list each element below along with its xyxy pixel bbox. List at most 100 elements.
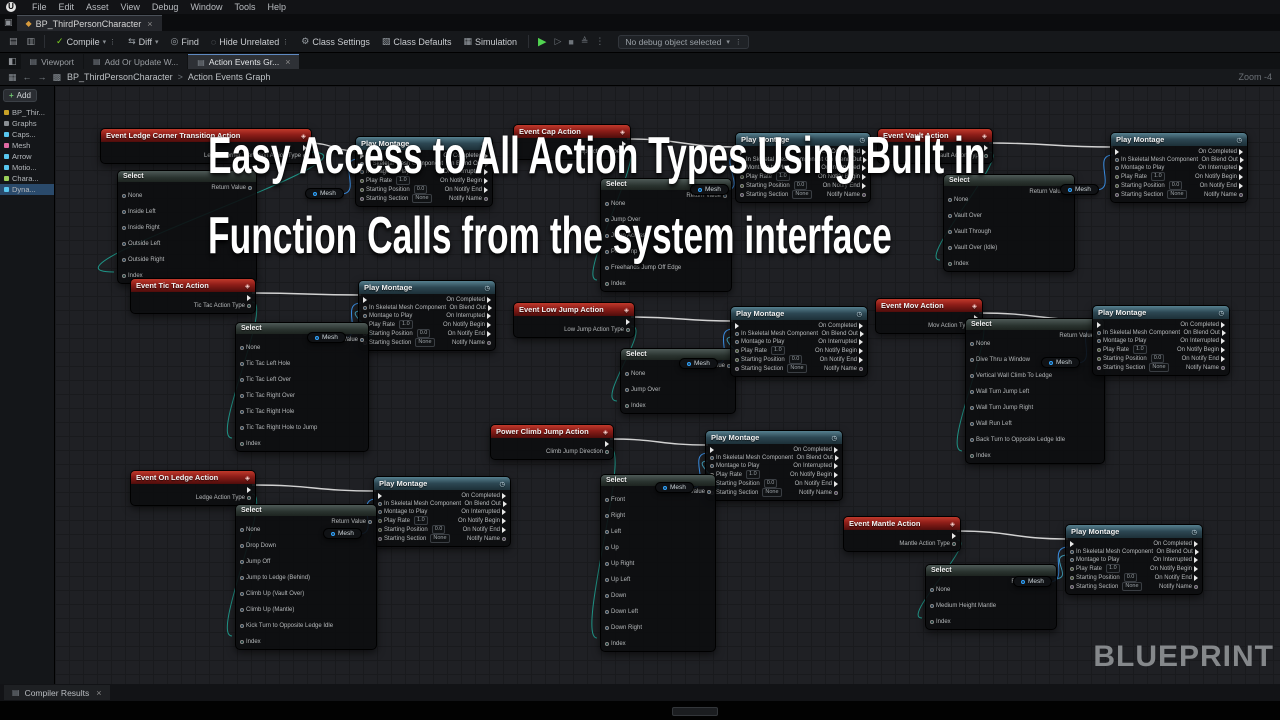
- data-pin[interactable]: [360, 197, 364, 201]
- pin-value[interactable]: None: [412, 194, 431, 203]
- data-pin[interactable]: [240, 560, 244, 564]
- data-pin[interactable]: [970, 454, 974, 458]
- data-pin[interactable]: [1115, 166, 1119, 170]
- pin-value[interactable]: None: [1122, 582, 1141, 591]
- exec-pin[interactable]: [1239, 183, 1243, 189]
- toolbar-button-hide-unrelated[interactable]: ◌Hide Unrelated⋮: [205, 35, 295, 49]
- kebab-icon[interactable]: ⋮: [592, 36, 607, 47]
- data-pin[interactable]: [1194, 585, 1198, 589]
- output-pin[interactable]: [331, 532, 335, 536]
- data-pin[interactable]: [360, 170, 364, 174]
- tab-viewport[interactable]: ▤Viewport: [21, 54, 83, 69]
- compiler-results-tab[interactable]: ▤ Compiler Results ×: [4, 685, 110, 700]
- data-pin[interactable]: [360, 162, 364, 166]
- data-pin[interactable]: [735, 367, 739, 371]
- data-pin[interactable]: [970, 358, 974, 362]
- data-pin[interactable]: [948, 214, 952, 218]
- output-pin[interactable]: [315, 336, 319, 340]
- close-icon[interactable]: ×: [285, 57, 290, 67]
- pin-value[interactable]: None: [430, 534, 449, 543]
- data-pin[interactable]: [240, 544, 244, 548]
- data-pin[interactable]: [605, 610, 609, 614]
- data-pin[interactable]: [605, 250, 609, 254]
- exec-pin[interactable]: [834, 472, 838, 478]
- exec-pin[interactable]: [862, 165, 866, 171]
- debug-object-select[interactable]: No debug object selected ▾ ⋮: [618, 35, 748, 49]
- exec-pin[interactable]: [622, 141, 626, 147]
- pin-value[interactable]: 0.0: [764, 479, 778, 488]
- data-pin[interactable]: [378, 528, 382, 532]
- exec-pin[interactable]: [834, 481, 838, 487]
- exec-pin[interactable]: [487, 297, 491, 303]
- data-pin[interactable]: [970, 406, 974, 410]
- exec-pin[interactable]: [863, 157, 867, 163]
- exec-pin[interactable]: [984, 145, 988, 151]
- data-pin[interactable]: [930, 588, 934, 592]
- exec-pin[interactable]: [247, 487, 251, 493]
- pin-value[interactable]: None: [787, 364, 806, 373]
- sidebar-item-bp-thir[interactable]: BP_Thir...: [0, 107, 54, 118]
- pin-value[interactable]: 1.0: [414, 516, 428, 525]
- montage-node[interactable]: Play Montage◷On CompletedIn Skeletal Mes…: [1065, 524, 1203, 595]
- exec-pin[interactable]: [1239, 165, 1243, 171]
- pin-value[interactable]: 1.0: [1151, 172, 1165, 181]
- add-button[interactable]: + Add: [3, 89, 37, 102]
- montage-node[interactable]: Play Montage◷On CompletedIn Skeletal Mes…: [373, 476, 511, 547]
- graph-settings-icon[interactable]: ▦: [8, 72, 17, 83]
- data-pin[interactable]: [740, 184, 744, 188]
- menu-item-help[interactable]: Help: [261, 2, 292, 12]
- variable-node-mesh[interactable]: Mesh: [690, 184, 729, 195]
- pin-value[interactable]: None: [762, 488, 781, 497]
- data-pin[interactable]: [487, 341, 491, 345]
- event-node[interactable]: Event Mantle Action◈Mantle Action Type: [843, 516, 961, 552]
- data-pin[interactable]: [740, 175, 744, 179]
- toolbar-button-class-settings[interactable]: ⚙Class Settings: [295, 34, 376, 49]
- pin-value[interactable]: 0.0: [414, 185, 428, 194]
- select-node[interactable]: SelectReturn ValueNoneSelect Asset▾Drop …: [235, 504, 377, 650]
- data-pin[interactable]: [625, 372, 629, 376]
- data-pin[interactable]: [240, 410, 244, 414]
- data-pin[interactable]: [625, 388, 629, 392]
- data-pin[interactable]: [363, 306, 367, 310]
- data-pin[interactable]: [502, 537, 506, 541]
- data-pin[interactable]: [378, 510, 382, 514]
- data-pin[interactable]: [735, 332, 739, 336]
- data-pin[interactable]: [948, 246, 952, 250]
- back-arrow-icon[interactable]: ←: [23, 72, 32, 82]
- pin-value[interactable]: 0.0: [417, 329, 431, 338]
- exec-pin[interactable]: [605, 441, 609, 447]
- tab-action-events-gr[interactable]: ▤Action Events Gr...×: [188, 54, 299, 69]
- exec-pin[interactable]: [834, 463, 838, 469]
- exec-pin[interactable]: [487, 331, 491, 337]
- data-pin[interactable]: [735, 340, 739, 344]
- data-pin[interactable]: [605, 202, 609, 206]
- montage-node[interactable]: Play Montage◷On CompletedIn Skeletal Mes…: [735, 132, 871, 203]
- data-pin[interactable]: [707, 490, 711, 494]
- data-pin[interactable]: [970, 374, 974, 378]
- event-node[interactable]: Power Climb Jump Action◈Climb Jump Direc…: [490, 424, 614, 460]
- event-node[interactable]: Event Vault Action◈Vault Action Type: [877, 128, 993, 164]
- pin-value[interactable]: 1.0: [1133, 345, 1147, 354]
- data-pin[interactable]: [605, 514, 609, 518]
- data-pin[interactable]: [948, 262, 952, 266]
- data-pin[interactable]: [930, 620, 934, 624]
- menu-item-edit[interactable]: Edit: [53, 2, 81, 12]
- close-icon[interactable]: ×: [96, 688, 101, 698]
- exec-pin[interactable]: [1097, 322, 1101, 328]
- exec-pin[interactable]: [502, 527, 506, 533]
- output-pin[interactable]: [1021, 580, 1025, 584]
- exec-pin[interactable]: [502, 518, 506, 524]
- variable-node-mesh[interactable]: Mesh: [307, 332, 346, 343]
- data-pin[interactable]: [240, 528, 244, 532]
- data-pin[interactable]: [605, 642, 609, 646]
- data-pin[interactable]: [240, 346, 244, 350]
- data-pin[interactable]: [240, 394, 244, 398]
- data-pin[interactable]: [248, 186, 252, 190]
- pin-value[interactable]: None: [415, 338, 434, 347]
- output-pin[interactable]: [313, 192, 317, 196]
- exec-pin[interactable]: [862, 174, 866, 180]
- output-pin[interactable]: [663, 486, 667, 490]
- exec-pin[interactable]: [485, 161, 489, 167]
- data-pin[interactable]: [122, 210, 126, 214]
- exec-pin[interactable]: [1195, 549, 1199, 555]
